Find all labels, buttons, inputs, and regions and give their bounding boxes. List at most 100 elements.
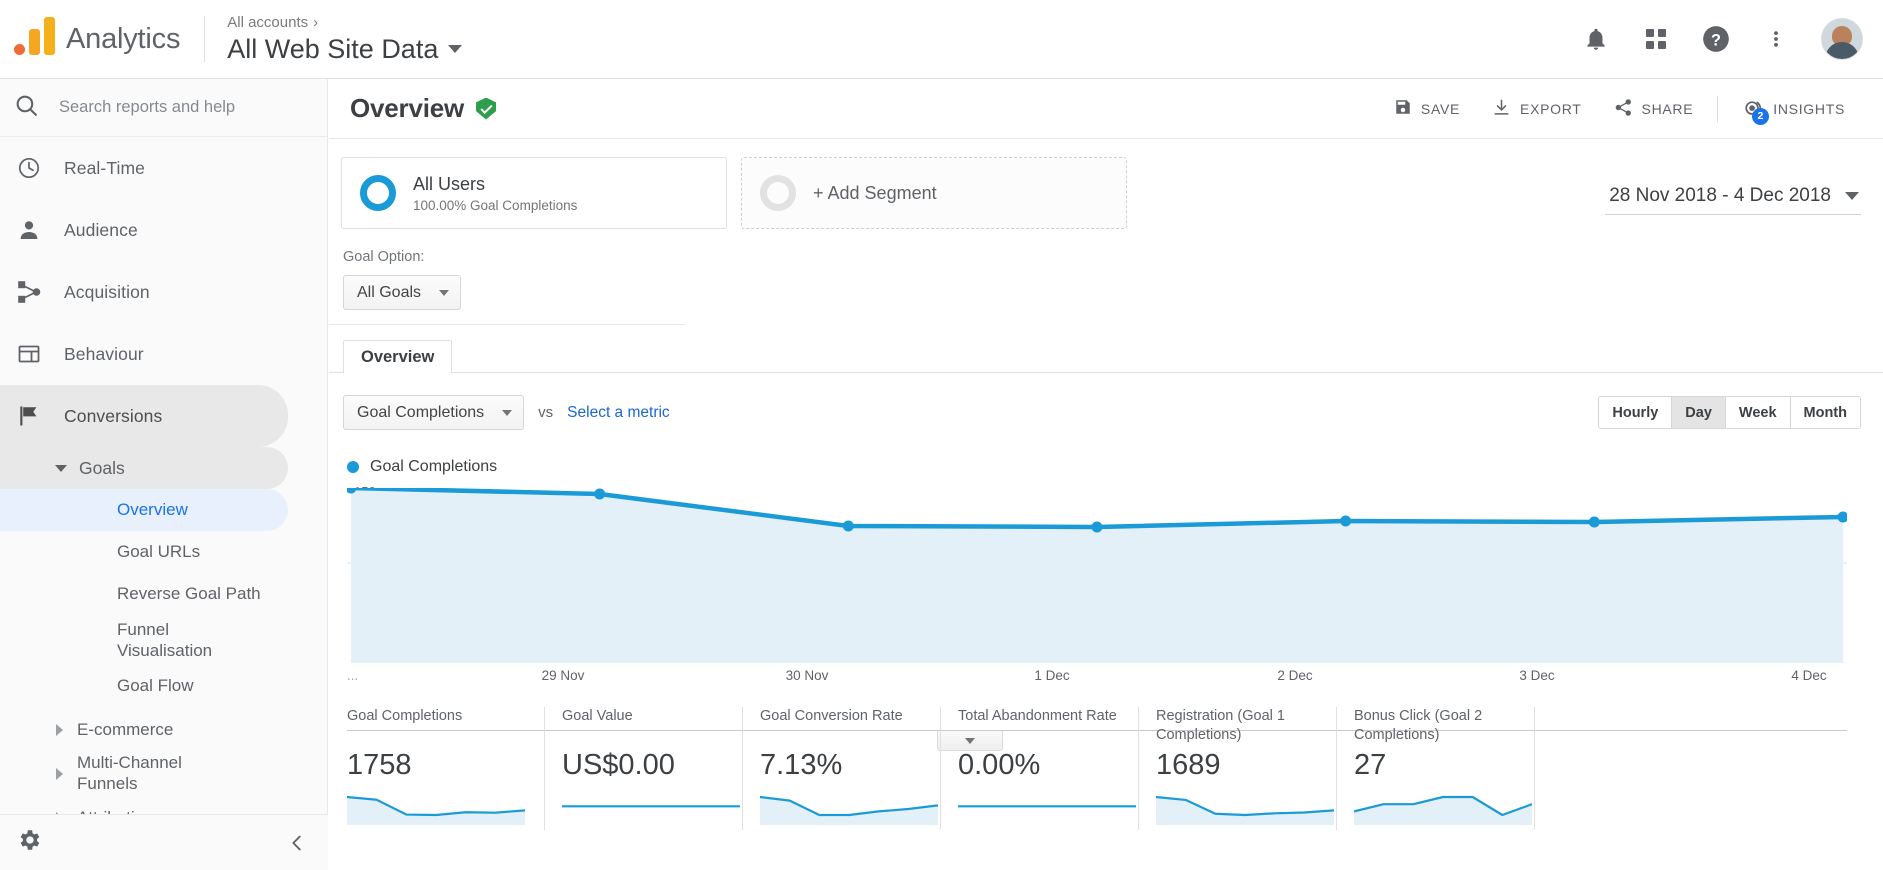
sidebar-item-goal-urls[interactable]: Goal URLs [0, 531, 327, 573]
tab-label: Overview [361, 348, 434, 367]
sidebar-item-behaviour[interactable]: Behaviour [0, 323, 327, 385]
metric-card-sparkline [347, 791, 525, 825]
legend-label: Goal Completions [370, 458, 497, 476]
metric-card-label: Goal Conversion Rate [760, 707, 926, 745]
gear-icon[interactable] [16, 827, 42, 858]
breadcrumb[interactable]: All accounts › [227, 14, 462, 32]
date-range-picker[interactable]: 28 Nov 2018 - 4 Dec 2018 [1605, 179, 1861, 215]
insights-label: INSIGHTS [1773, 101, 1845, 117]
export-label: EXPORT [1520, 101, 1582, 117]
chart-x-axis: ... 29 Nov 30 Nov 1 Dec 2 Dec 3 Dec 4 De… [347, 663, 1847, 693]
metric-card-label: Goal Value [562, 707, 728, 745]
legend-color-swatch [347, 461, 359, 473]
save-icon [1394, 98, 1412, 119]
vs-label: vs [538, 404, 553, 421]
add-segment-button[interactable]: + Add Segment [741, 157, 1127, 229]
help-icon[interactable]: ? [1701, 24, 1731, 54]
metric-card[interactable]: Registration (Goal 1 Completions) 1689 [1139, 707, 1337, 830]
sidebar-search[interactable] [0, 79, 327, 137]
sidebar-item-goal-flow[interactable]: Goal Flow [0, 665, 327, 707]
x-tick-6: 4 Dec [1791, 668, 1826, 683]
sidebar-item-real-time[interactable]: Real-Time [0, 137, 327, 199]
sidebar-group-multi-channel-funnels[interactable]: Multi-Channel Funnels [0, 751, 215, 795]
share-label: SHARE [1642, 101, 1694, 117]
sidebar-item-conversions[interactable]: Conversions [0, 385, 288, 447]
metric-card-label: Registration (Goal 1 Completions) [1156, 707, 1322, 745]
x-tick-1: 29 Nov [542, 668, 585, 683]
property-name[interactable]: All Web Site Data [227, 33, 462, 65]
shield-check-icon [476, 98, 496, 120]
sidebar: Real-Time Audience Acquisition Behaviour… [0, 79, 328, 870]
chart-legend: Goal Completions [329, 430, 1883, 476]
avatar[interactable] [1821, 18, 1863, 60]
segment-row: All Users 100.00% Goal Completions + Add… [329, 139, 1883, 229]
insights-badge: 2 [1752, 108, 1769, 125]
sidebar-item-label: Real-Time [64, 158, 145, 179]
tab-bar: Overview [329, 339, 1883, 373]
sidebar-item-funnel-visualisation[interactable]: Funnel Visualisation [0, 615, 200, 665]
top-bar: Analytics All accounts › All Web Site Da… [0, 0, 1883, 79]
segment-detail: 100.00% Goal Completions [413, 198, 577, 213]
metric-card-value: US$0.00 [562, 747, 728, 783]
more-vertical-icon[interactable] [1761, 24, 1791, 54]
granularity-toggle: Hourly Day Week Month [1598, 396, 1861, 429]
sidebar-group-label: E-commerce [77, 719, 173, 740]
add-segment-donut-icon [760, 175, 796, 211]
goal-completions-chart[interactable]: 150 75 [347, 488, 1847, 663]
bell-icon[interactable] [1581, 24, 1611, 54]
segment-all-users[interactable]: All Users 100.00% Goal Completions [341, 157, 727, 229]
share-icon [1614, 98, 1633, 120]
chevron-right-icon [56, 768, 63, 780]
property-label: All Web Site Data [227, 33, 438, 65]
account-selector[interactable]: All accounts › All Web Site Data [227, 14, 462, 65]
metric-card[interactable]: Goal Completions 1758 [347, 707, 545, 830]
select-metric-link[interactable]: Select a metric [567, 404, 670, 422]
insights-button[interactable]: 2 INSIGHTS [1726, 98, 1861, 120]
goal-option-dropdown[interactable]: All Goals [343, 275, 461, 310]
sidebar-item-overview[interactable]: Overview [0, 489, 288, 531]
sidebar-group-goals[interactable]: Goals [0, 447, 288, 489]
x-tick-4: 2 Dec [1277, 668, 1312, 683]
metric-card-sparkline [562, 791, 740, 825]
breadcrumb-label: All accounts [227, 14, 308, 32]
segment-name: All Users [413, 173, 577, 195]
export-button[interactable]: EXPORT [1476, 98, 1598, 120]
metric-card[interactable]: Goal Value US$0.00 [545, 707, 743, 830]
chevron-down-icon [1845, 192, 1859, 200]
chevron-left-icon[interactable] [282, 828, 312, 858]
metric-card[interactable]: Total Abandonment Rate 0.00% [941, 707, 1139, 830]
apps-grid-icon[interactable] [1641, 24, 1671, 54]
sidebar-item-label: Audience [64, 220, 138, 241]
metric-card-label: Goal Completions [347, 707, 530, 745]
chevron-down-icon[interactable] [448, 45, 462, 53]
search-input[interactable] [57, 97, 287, 118]
metric-card[interactable]: Goal Conversion Rate 7.13% [743, 707, 941, 830]
primary-metric-dropdown[interactable]: Goal Completions [343, 395, 524, 430]
x-tick-2: 30 Nov [786, 668, 829, 683]
sidebar-leaf-label: Overview [117, 500, 188, 520]
granularity-week[interactable]: Week [1726, 397, 1791, 428]
granularity-hourly[interactable]: Hourly [1599, 397, 1672, 428]
sidebar-group-e-commerce[interactable]: E-commerce [0, 707, 327, 751]
sidebar-leaf-label: Goal URLs [117, 542, 200, 562]
main-content: Overview SAVE EXPORT SHARE [329, 79, 1883, 870]
goal-option-section: Goal Option: All Goals [329, 229, 685, 325]
sidebar-item-reverse-goal-path[interactable]: Reverse Goal Path [0, 573, 327, 615]
granularity-day[interactable]: Day [1672, 397, 1726, 428]
sidebar-item-audience[interactable]: Audience [0, 199, 327, 261]
metric-card-value: 0.00% [958, 747, 1124, 783]
granularity-month[interactable]: Month [1791, 397, 1860, 428]
sidebar-item-label: Acquisition [64, 282, 150, 303]
chart-canvas [347, 488, 1847, 663]
date-range-label: 28 Nov 2018 - 4 Dec 2018 [1609, 185, 1831, 207]
sidebar-group-label: Goals [79, 458, 125, 479]
metric-card-label: Total Abandonment Rate [958, 707, 1124, 745]
share-button[interactable]: SHARE [1598, 98, 1710, 120]
tab-overview[interactable]: Overview [343, 340, 452, 373]
sidebar-leaf-label: Funnel Visualisation [117, 619, 212, 661]
save-button[interactable]: SAVE [1378, 98, 1476, 119]
metric-card[interactable]: Bonus Click (Goal 2 Completions) 27 [1337, 707, 1535, 830]
sidebar-item-acquisition[interactable]: Acquisition [0, 261, 327, 323]
export-icon [1492, 98, 1511, 120]
insights-icon: 2 [1742, 98, 1764, 120]
